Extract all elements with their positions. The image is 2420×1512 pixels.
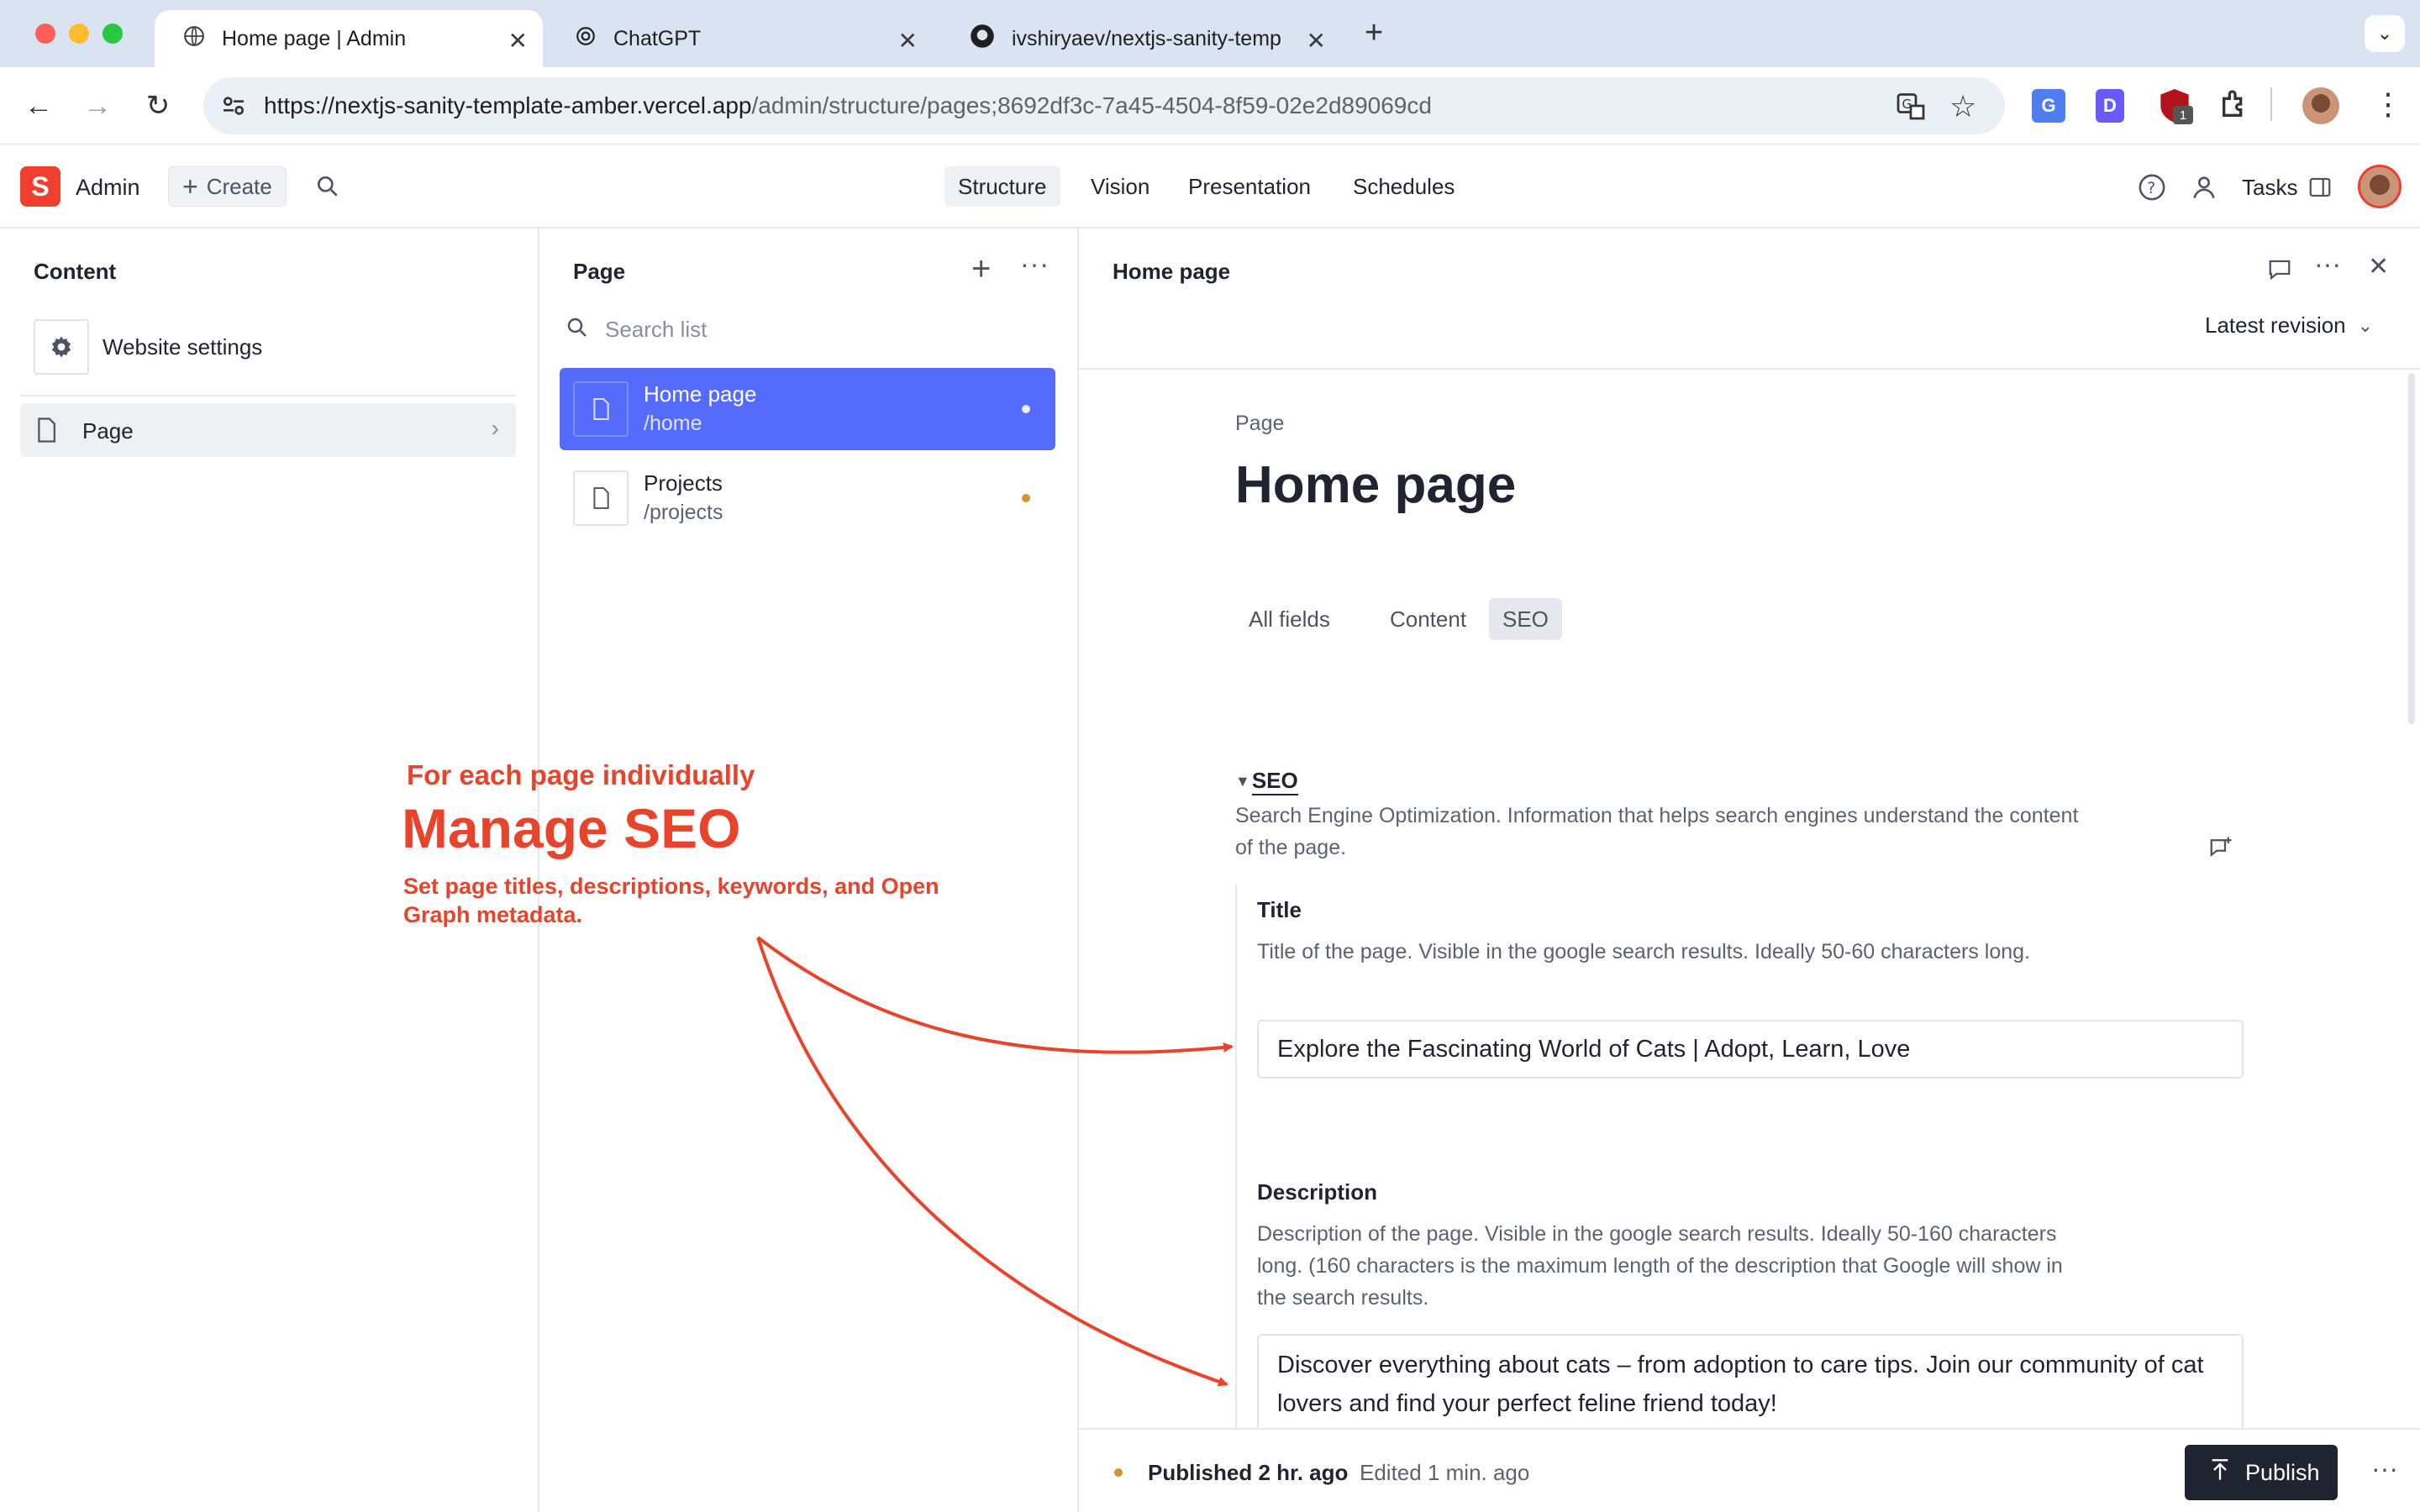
arrow-to-description (756, 937, 1228, 1387)
arrow-to-title (756, 936, 1234, 1054)
annotation-arrows (756, 936, 1234, 1387)
